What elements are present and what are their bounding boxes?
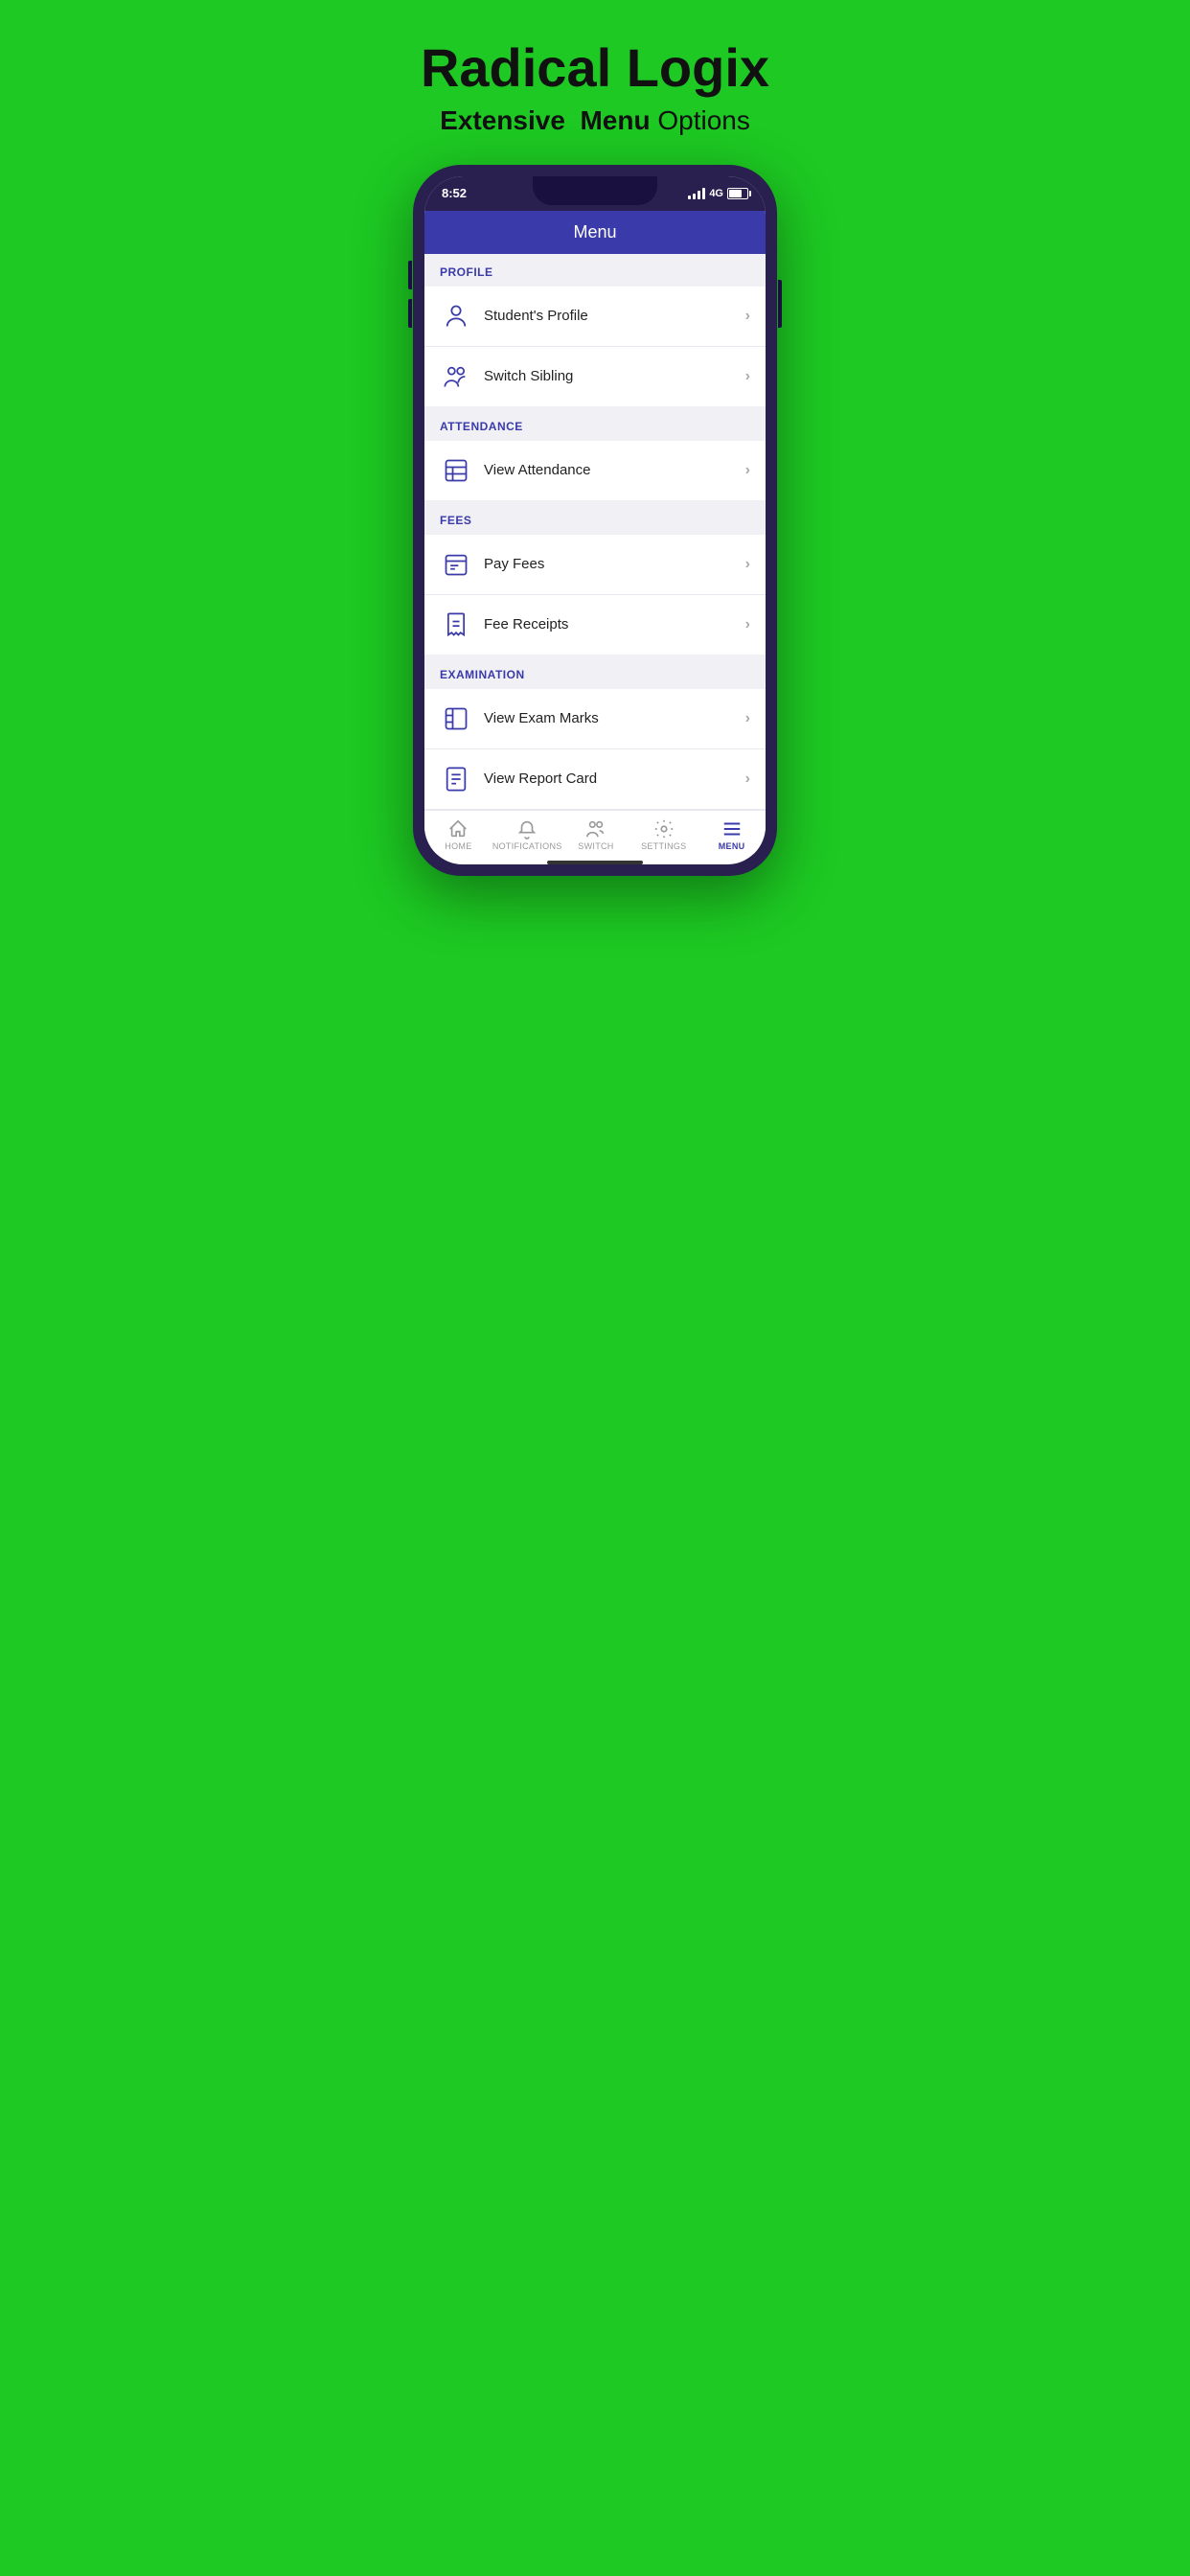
app-header: Menu: [424, 211, 766, 254]
receipt-icon: [440, 609, 472, 641]
phone-shell: 8:52 4G Menu PROFIL: [413, 165, 777, 876]
section-label-attendance: ATTENDANCE: [440, 420, 523, 433]
view-exam-marks-label: View Exam Marks: [484, 710, 745, 726]
status-icons: 4G: [688, 188, 748, 199]
page-header: Radical Logix Extensive Menu Options: [421, 38, 769, 136]
screen-title: Menu: [573, 222, 616, 242]
person-icon: [440, 300, 472, 333]
chevron-right-icon: ›: [745, 308, 750, 325]
battery-indicator: [727, 188, 748, 199]
menu-group-examination: View Exam Marks › View Report Card › Exa…: [424, 689, 766, 810]
signal-bars: [688, 188, 705, 199]
nav-menu-label: MENU: [719, 841, 745, 851]
section-header-fees: FEES: [424, 502, 766, 535]
section-label-profile: PROFILE: [440, 265, 493, 279]
home-indicator: [547, 861, 643, 864]
nav-settings-label: SETTINGS: [641, 841, 686, 851]
menu-item-view-attendance[interactable]: View Attendance ›: [424, 441, 766, 500]
switch-sibling-label: Switch Sibling: [484, 368, 745, 384]
menu-icon: [721, 818, 743, 840]
menu-item-switch-sibling[interactable]: Switch Sibling ›: [424, 347, 766, 406]
phone-screen: 8:52 4G Menu PROFIL: [424, 176, 766, 864]
volume-down-button: [408, 299, 412, 328]
bell-icon: [516, 818, 538, 840]
siblings-icon: [440, 360, 472, 393]
nav-home-label: HOME: [445, 841, 471, 851]
report-icon: [440, 763, 472, 795]
nav-switch-label: SWITCH: [578, 841, 613, 851]
fee-receipts-label: Fee Receipts: [484, 616, 745, 632]
menu-item-students-profile[interactable]: Student's Profile ›: [424, 287, 766, 347]
fees-icon: [440, 548, 472, 581]
menu-group-profile: Student's Profile › Switch Sibling ›: [424, 287, 766, 406]
view-report-card-label: View Report Card: [484, 770, 745, 787]
section-header-examination: EXAMINATION: [424, 656, 766, 689]
app-subtitle: Extensive Menu Options: [421, 105, 769, 136]
subtitle-bold1: Extensive: [440, 105, 565, 135]
nav-menu[interactable]: MENU: [698, 818, 766, 851]
nav-notifications[interactable]: NOTIFICATIONS: [492, 818, 562, 851]
menu-item-view-exam-marks[interactable]: View Exam Marks ›: [424, 689, 766, 749]
chevron-right-icon: ›: [745, 556, 750, 573]
subtitle-regular: Options: [657, 105, 750, 135]
chevron-right-icon: ›: [745, 368, 750, 385]
pay-fees-label: Pay Fees: [484, 556, 745, 572]
settings-icon: [653, 818, 675, 840]
exam-icon: [440, 702, 472, 735]
chevron-right-icon: ›: [745, 770, 750, 788]
menu-group-fees: Pay Fees › Fee Receipts ›: [424, 535, 766, 655]
section-header-attendance: ATTENDANCE: [424, 408, 766, 441]
menu-content: PROFILE Student's Profile › Switch Sibli…: [424, 254, 766, 810]
menu-item-pay-fees[interactable]: Pay Fees ›: [424, 535, 766, 595]
section-label-examination: EXAMINATION: [440, 668, 525, 681]
app-title: Radical Logix: [421, 38, 769, 98]
menu-item-view-report-card[interactable]: View Report Card ›: [424, 749, 766, 810]
view-attendance-label: View Attendance: [484, 462, 745, 478]
bottom-navigation: HOME NOTIFICATIONS SWITCH SETTINGS: [424, 810, 766, 855]
attendance-icon: [440, 454, 472, 487]
chevron-right-icon: ›: [745, 710, 750, 727]
chevron-right-icon: ›: [745, 616, 750, 633]
power-button: [778, 280, 782, 328]
section-header-profile: PROFILE: [424, 254, 766, 287]
nav-settings[interactable]: SETTINGS: [629, 818, 698, 851]
students-profile-label: Student's Profile: [484, 308, 745, 324]
nav-home[interactable]: HOME: [424, 818, 492, 851]
notch-cutout: [533, 176, 657, 205]
menu-item-fee-receipts[interactable]: Fee Receipts ›: [424, 595, 766, 655]
nav-switch[interactable]: SWITCH: [562, 818, 630, 851]
chevron-right-icon: ›: [745, 462, 750, 479]
status-bar: 8:52 4G: [424, 176, 766, 211]
subtitle-bold2: Menu: [580, 105, 650, 135]
switch-icon: [585, 818, 606, 840]
nav-notifications-label: NOTIFICATIONS: [492, 841, 562, 851]
battery-fill: [729, 190, 742, 197]
menu-group-attendance: View Attendance ›: [424, 441, 766, 500]
network-type: 4G: [709, 188, 723, 199]
section-label-fees: FEES: [440, 514, 471, 527]
status-time: 8:52: [442, 186, 467, 200]
home-icon: [447, 818, 469, 840]
volume-up-button: [408, 261, 412, 289]
